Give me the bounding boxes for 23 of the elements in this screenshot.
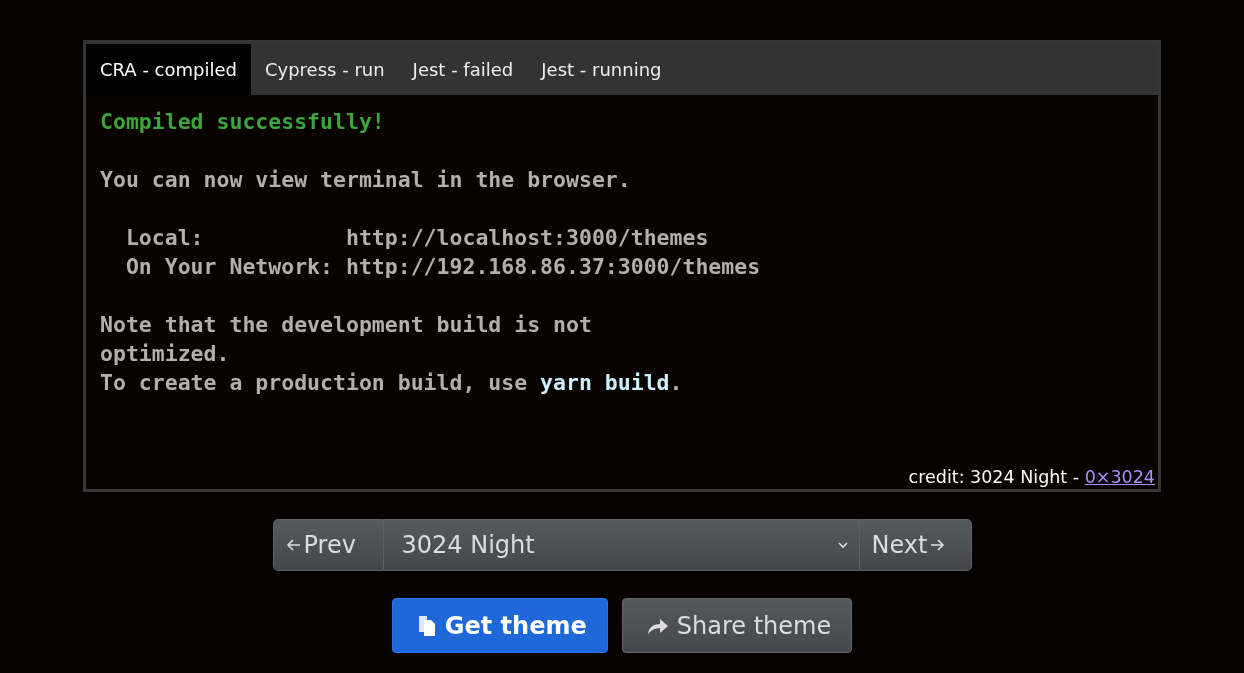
next-button[interactable]: Next bbox=[858, 519, 972, 571]
terminal-line: optimized. bbox=[100, 340, 231, 368]
tab[interactable]: Jest - running bbox=[527, 44, 676, 95]
tab[interactable]: Cypress - run bbox=[250, 44, 399, 95]
tab[interactable]: CRA - compiled bbox=[86, 44, 251, 95]
terminal-line: You can now view terminal in the browser. bbox=[100, 166, 632, 194]
copy-icon bbox=[416, 614, 437, 637]
share-theme-button[interactable]: Share theme bbox=[621, 598, 853, 653]
get-theme-button[interactable]: Get theme bbox=[391, 598, 608, 653]
credit-link[interactable]: 0×3024 bbox=[1084, 467, 1155, 487]
terminal-line: To create a production build, use yarn build. bbox=[100, 369, 684, 397]
chevron-down-icon bbox=[836, 541, 849, 549]
tab[interactable]: Jest - failed bbox=[398, 44, 528, 95]
credit-text: credit: 3024 Night - bbox=[908, 467, 1081, 487]
terminal-line: On Your Network: http://192.168.86.37:3000/themes bbox=[124, 253, 762, 281]
right-arrow-icon bbox=[929, 537, 946, 553]
terminal-line: Note that the development build is not bbox=[100, 311, 593, 339]
left-arrow-icon bbox=[285, 537, 302, 553]
theme-select[interactable]: 3024 Night bbox=[383, 519, 859, 571]
terminal-line: Compiled successfully! bbox=[100, 108, 386, 136]
terminal-line: Local: http://localhost:3000/themes bbox=[124, 224, 710, 252]
prev-button[interactable]: Prev bbox=[272, 519, 384, 571]
share-arrow-icon bbox=[646, 616, 669, 635]
